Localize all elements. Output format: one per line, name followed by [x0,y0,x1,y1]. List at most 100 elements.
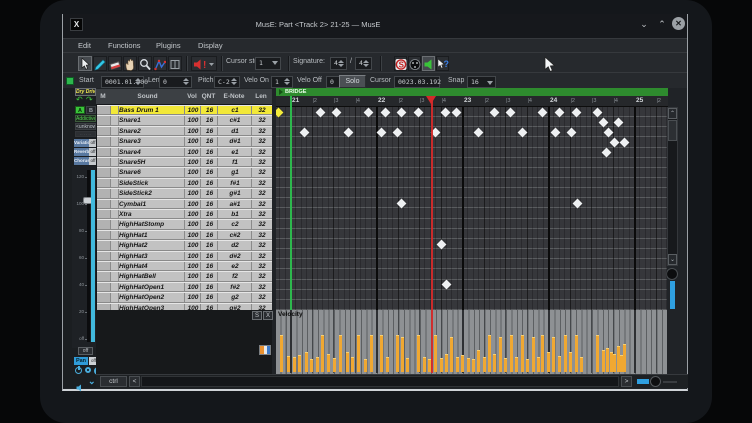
velocity-bar[interactable] [310,359,313,372]
start-spinbox[interactable]: 0001.01.000 [101,76,144,88]
velocity-bar[interactable] [461,355,464,372]
route-right-arrow-icon[interactable]: ↷ [86,95,93,104]
velocity-bar[interactable] [333,358,336,372]
mute-cell[interactable] [97,231,111,239]
spin-up-icon[interactable] [363,60,369,63]
mute-cell[interactable] [97,106,111,114]
midi-control-chorus[interactable]: Chorusoff [74,157,97,165]
velocity-bar[interactable] [569,352,572,372]
timeline-ruler[interactable]: 21|2|3|422|2|3|423|2|3|424|2|3|425|2|3|4 [276,96,668,107]
draw-line-tool[interactable] [153,56,167,71]
instrument-row[interactable]: HighHat210016d232 [97,240,272,250]
grid-row[interactable] [276,269,667,279]
velocity-bar[interactable] [406,358,409,372]
velocity-bar[interactable] [623,344,626,372]
velocity-bar[interactable] [370,335,373,372]
grid-row[interactable] [276,137,667,147]
velocity-bar[interactable] [564,335,567,372]
speaker-button[interactable] [422,56,435,71]
instrument-row[interactable]: Xtra10016b132 [97,209,272,219]
velocity-bar[interactable] [346,352,349,372]
velocity-bar[interactable] [493,354,496,372]
power-icon[interactable] [75,367,82,374]
instrument-row[interactable]: HighHatBell10016f232 [97,271,272,281]
cursor-position-value[interactable]: 0023.03.192 [394,76,440,88]
mute-cell[interactable] [97,220,111,228]
solo-button[interactable]: Solo [339,75,366,88]
velocity-bar[interactable] [510,335,513,372]
velocity-bar[interactable] [423,357,426,372]
menu-edit[interactable]: Edit [78,41,91,50]
velocity-bar[interactable] [477,350,480,372]
collapse-chevron-icon[interactable]: ⌄ [88,376,96,387]
horizontal-zoom-knob[interactable] [650,376,661,387]
vertical-scrollbar[interactable]: ⌃ ⌄ [667,107,678,266]
signature-numerator-spinner[interactable]: 4 [330,57,347,70]
speaker-icon[interactable] [76,379,85,387]
velocity-bar[interactable] [537,357,540,372]
vertical-zoom-track[interactable] [670,281,675,309]
velocity-bar[interactable] [499,337,502,372]
grid-row[interactable] [276,219,667,229]
velocity-bar[interactable] [504,358,507,372]
horizontal-zoom-track[interactable] [637,379,649,384]
eraser-tool[interactable] [108,56,122,71]
grid-row[interactable] [276,239,667,249]
signature-denominator-spinner[interactable]: 4 [355,57,372,70]
grid-row[interactable] [276,209,667,219]
instrument-row[interactable]: HighHat410016e232 [97,261,272,271]
fader-off-button[interactable]: off [78,347,93,355]
instrument-row[interactable]: Snare310016d#132 [97,136,272,146]
velocity-bar[interactable] [526,359,529,372]
velocity-bar[interactable] [580,357,583,372]
midi-control-variatio[interactable]: Variatiooff [74,139,97,147]
velocity-bar[interactable] [305,352,308,372]
pan-tool[interactable] [123,56,137,71]
menu-plugins[interactable]: Plugins [156,41,181,50]
channel-a-button[interactable]: A [75,106,85,114]
snap-select[interactable]: 16 [467,76,496,88]
instrument-row[interactable]: HighHat310016d#232 [97,251,272,261]
marker-bar[interactable]: BRIDGE [276,88,668,96]
spin-down-icon[interactable] [338,64,344,67]
vertical-zoom-knob[interactable] [666,268,678,280]
instrument-row[interactable]: Snare110016c#132 [97,115,272,125]
mute-cell[interactable] [97,241,111,249]
velocity-bar[interactable] [316,357,319,372]
velocity-bar[interactable] [602,350,605,372]
spin-up-icon[interactable] [231,78,237,81]
whats-this-button[interactable]: ? [436,56,449,71]
velocity-bar[interactable] [547,352,550,372]
grid-row[interactable] [276,188,667,198]
instrument-row[interactable]: HighHatOpen110016f#232 [97,282,272,292]
instrument-row[interactable]: Cymbal110016a#132 [97,199,272,209]
velocity-bar[interactable] [280,335,283,372]
spin-up-icon[interactable] [338,60,344,63]
grid-row[interactable] [276,229,667,239]
velocity-bar[interactable] [434,335,437,372]
spin-down-icon[interactable] [183,82,189,85]
velocity-bar[interactable] [472,359,475,372]
mute-cell[interactable] [97,116,111,124]
len-spinbox[interactable]: 0 [159,76,192,88]
mute-cell[interactable] [97,200,111,208]
scroll-down-icon[interactable]: ⌄ [668,254,677,265]
velocity-panel[interactable]: Velocity [276,310,667,374]
velocity-bar[interactable] [558,356,561,372]
velocity-bar[interactable] [532,337,535,372]
pitch-spinbox[interactable]: C-2 [214,76,240,88]
grid-row[interactable] [276,158,667,168]
controller-select-icon[interactable] [259,345,271,355]
velocity-bar[interactable] [339,335,342,372]
pointer-tool[interactable] [78,56,92,71]
scroll-left-icon[interactable]: < [129,376,140,387]
velocity-bar[interactable] [515,357,518,372]
mute-cell[interactable] [97,179,111,187]
velo-on-spinbox[interactable]: 1 [271,76,293,88]
drum-note-grid[interactable] [276,107,667,310]
zoom-tool[interactable] [138,56,152,71]
spin-down-icon[interactable] [231,82,237,85]
mute-cell[interactable] [97,262,111,270]
instrument-row[interactable]: HighHatOpen310016g#232 [97,303,272,310]
mute-cell[interactable] [97,272,111,280]
